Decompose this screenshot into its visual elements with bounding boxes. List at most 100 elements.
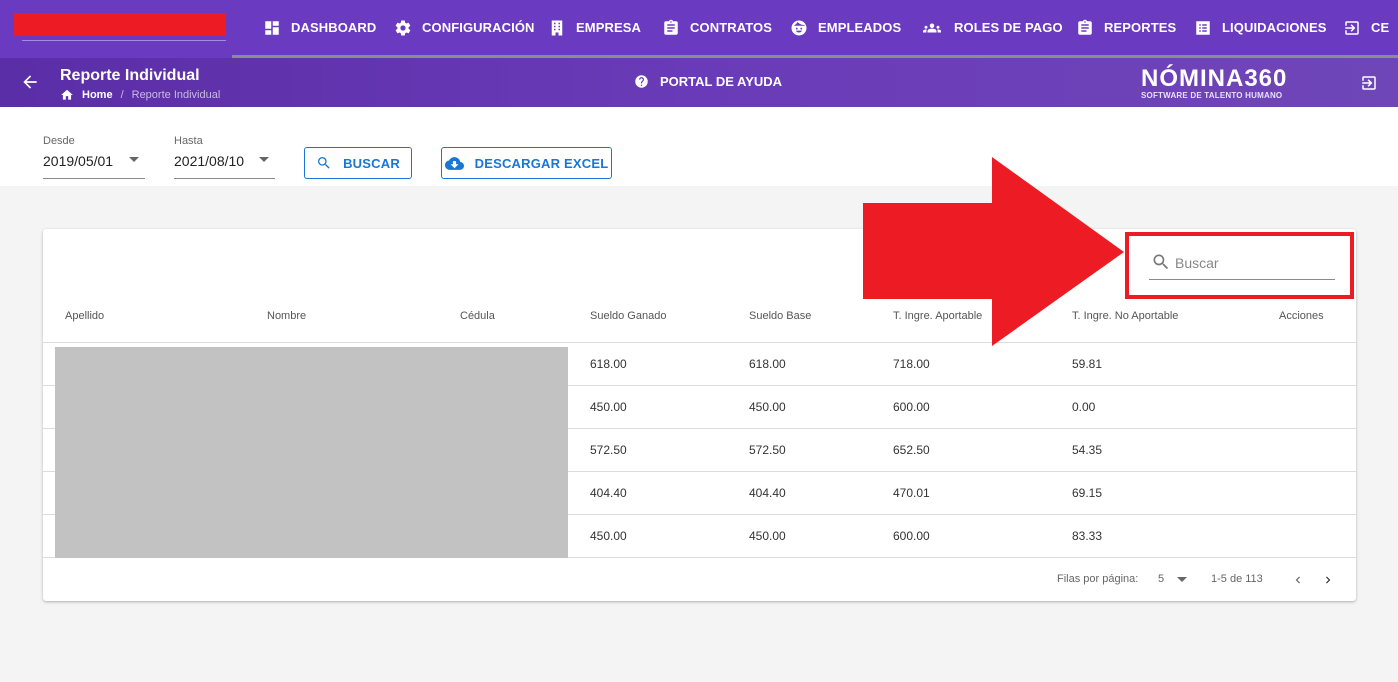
table-row-5-no-aportable: 83.33 [1072, 529, 1103, 543]
table-row-2-sueldo-base: 450.00 [749, 400, 786, 414]
column-header-nombre[interactable]: Nombre [267, 310, 306, 322]
hasta-label: Hasta [174, 135, 203, 147]
nav-empleados-label: EMPLEADOS [818, 20, 902, 35]
nav-reportes[interactable]: REPORTES [1076, 0, 1176, 55]
nav-empresa-label: EMPRESA [576, 20, 641, 35]
buscar-button[interactable]: BUSCAR [304, 147, 412, 179]
hasta-date-select[interactable]: Hasta 2021/08/10 [174, 135, 275, 179]
table-row-3-sueldo-ganado: 572.50 [590, 443, 627, 457]
table-row-1-no-aportable: 59.81 [1072, 357, 1103, 371]
column-header-ingreso-no-aportable[interactable]: T. Ingre. No Aportable [1072, 310, 1178, 322]
breadcrumb-current: Reporte Individual [131, 89, 221, 101]
table-row-4-sueldo-ganado: 404.40 [590, 486, 627, 500]
rows-per-page-label: Filas por página: [1057, 573, 1139, 585]
nav-cerrar-label: CE [1371, 20, 1390, 35]
rows-per-page-value: 5 [1158, 573, 1165, 585]
page-title: Reporte Individual [60, 67, 200, 84]
report-icon [1078, 19, 1092, 35]
search-field[interactable] [1149, 250, 1335, 280]
nav-roles-de-pago[interactable]: ROLES DE PAGO [920, 0, 1063, 55]
people-icon [923, 23, 941, 32]
column-header-cedula[interactable]: Cédula [460, 310, 495, 322]
filter-bar: Desde 2019/05/01 Hasta 2021/08/10 BUSCAR… [0, 107, 1398, 186]
breadcrumb: Home / Reporte Individual [60, 88, 220, 102]
redacted-brand [14, 13, 226, 36]
clipboard-icon [664, 19, 678, 35]
nav-liquidaciones-label: LIQUIDACIONES [1222, 20, 1327, 35]
logo-wordmark: NÓMINA360 [1141, 65, 1288, 92]
pagination-range: 1-5 de 113 [1211, 573, 1263, 585]
column-header-ingreso-aportable[interactable]: T. Ingre. Aportable [893, 310, 982, 322]
building-icon [551, 20, 563, 35]
cloud-download-icon [444, 156, 464, 170]
nomina360-logo: NÓMINA360 SOFTWARE DE TALENTO HUMANO [1141, 67, 1306, 101]
nav-liquidaciones[interactable]: LIQUIDACIONES [1194, 0, 1327, 55]
redacted-personal-data [55, 347, 568, 558]
desde-label: Desde [43, 135, 75, 147]
home-icon [61, 89, 73, 100]
back-arrow-icon[interactable] [20, 72, 40, 92]
chevron-down-icon [129, 157, 139, 162]
nav-roles-de-pago-label: ROLES DE PAGO [954, 20, 1063, 35]
hasta-value: 2021/08/10 [174, 153, 245, 169]
desde-date-select[interactable]: Desde 2019/05/01 [43, 135, 145, 179]
rows-per-page-select[interactable]: 5 [1158, 573, 1188, 585]
descargar-excel-label: DESCARGAR EXCEL [474, 155, 609, 171]
table-row-1-sueldo-ganado: 618.00 [590, 357, 627, 371]
help-circle-icon [635, 75, 648, 88]
nav-contratos-label: CONTRATOS [690, 20, 773, 35]
list-icon [1196, 20, 1210, 35]
nav-dashboard[interactable]: DASHBOARD [263, 0, 376, 55]
table-row-2-no-aportable: 0.00 [1072, 400, 1096, 414]
table-row-1-sueldo-base: 618.00 [749, 357, 786, 371]
table-row-3-sueldo-base: 572.50 [749, 443, 786, 457]
nav-dashboard-label: DASHBOARD [291, 20, 377, 35]
desde-value: 2019/05/01 [43, 153, 114, 169]
table-row-4-sueldo-base: 404.40 [749, 486, 786, 500]
brand-underline [22, 40, 226, 41]
breadcrumb-home[interactable]: Home [82, 89, 113, 101]
table-row-3-no-aportable: 54.35 [1072, 443, 1103, 457]
search-icon [318, 157, 330, 169]
page-header: Reporte Individual Home / Reporte Indivi… [0, 58, 1398, 107]
dashboard-icon [265, 20, 279, 35]
table-row-3-aportable: 652.50 [893, 443, 930, 457]
nav-empresa[interactable]: EMPRESA [548, 0, 641, 55]
face-icon [791, 20, 807, 35]
help-portal-label: PORTAL DE AYUDA [660, 74, 783, 89]
logout-icon[interactable] [1360, 74, 1378, 92]
table-row-5-sueldo-ganado: 450.00 [590, 529, 627, 543]
nav-empleados[interactable]: EMPLEADOS [790, 0, 901, 55]
column-header-acciones: Acciones [1279, 310, 1324, 322]
nav-reportes-label: REPORTES [1104, 20, 1177, 35]
column-header-sueldo-base[interactable]: Sueldo Base [749, 310, 811, 322]
table-row-4-aportable: 470.01 [893, 486, 930, 500]
gear-icon [395, 20, 411, 36]
table-row-5-aportable: 600.00 [893, 529, 930, 543]
header-divider [43, 342, 1356, 343]
breadcrumb-separator: / [120, 89, 124, 101]
table-row-5-sueldo-base: 450.00 [749, 529, 786, 543]
search-icon [1153, 254, 1169, 270]
table-row-4-no-aportable: 69.15 [1072, 486, 1103, 500]
table-row-2-sueldo-ganado: 450.00 [590, 400, 627, 414]
column-header-sueldo-ganado[interactable]: Sueldo Ganado [590, 310, 666, 322]
nav-contratos[interactable]: CONTRATOS [662, 0, 772, 55]
top-navbar: DASHBOARD CONFIGURACIÓN EMPRESA CONTRATO… [0, 0, 1398, 58]
help-portal-link[interactable]: PORTAL DE AYUDA [634, 74, 782, 89]
nav-configuracion-label: CONFIGURACIÓN [422, 20, 535, 35]
chevron-down-icon [259, 157, 269, 162]
descargar-excel-button[interactable]: DESCARGAR EXCEL [441, 147, 612, 179]
previous-page-icon[interactable] [1291, 573, 1305, 587]
table-row-2-aportable: 600.00 [893, 400, 930, 414]
table-row-1-aportable: 718.00 [893, 357, 930, 371]
nav-configuracion[interactable]: CONFIGURACIÓN [394, 0, 535, 55]
search-input[interactable] [1175, 252, 1333, 274]
chevron-down-icon [1177, 576, 1188, 582]
nav-cerrar[interactable]: CE [1343, 0, 1389, 55]
logout-icon [1345, 20, 1359, 35]
logo-tagline: SOFTWARE DE TALENTO HUMANO [1141, 91, 1283, 100]
column-header-apellido[interactable]: Apellido [65, 310, 104, 322]
next-page-icon[interactable] [1321, 573, 1335, 587]
highlighted-search-box [1125, 232, 1354, 299]
